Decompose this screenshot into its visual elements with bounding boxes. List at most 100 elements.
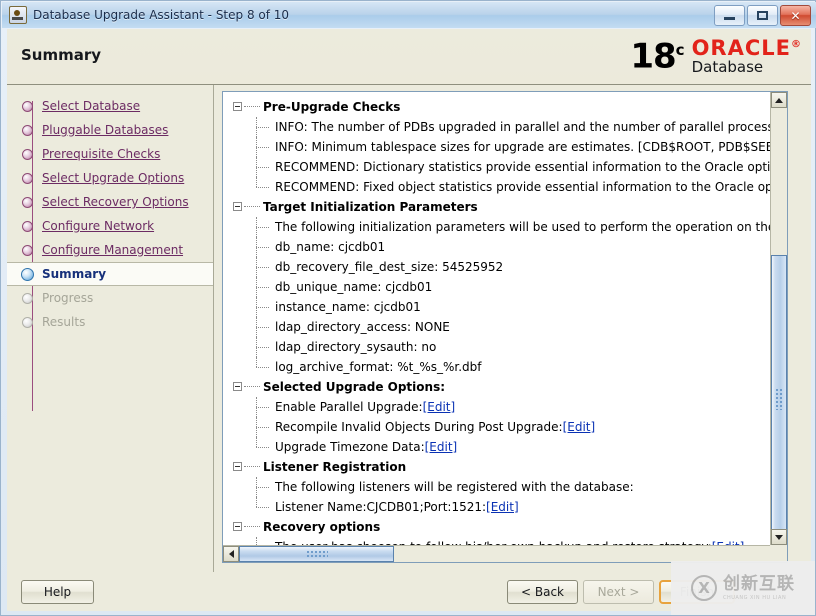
tree-group-label: Recovery options bbox=[263, 520, 381, 534]
sidebar-item-label: Pluggable Databases bbox=[42, 123, 169, 137]
step-bullet-icon bbox=[22, 124, 33, 136]
sidebar-item-pluggable-databases[interactable]: Pluggable Databases bbox=[7, 118, 213, 142]
minimize-button[interactable] bbox=[714, 5, 745, 26]
tree-item[interactable]: INFO: The number of PDBs upgraded in par… bbox=[229, 117, 770, 137]
tree-item[interactable]: Listener Name:CJCDB01;Port:1521: [Edit] bbox=[229, 497, 770, 517]
page-banner: Summary 18c ORACLE® Database bbox=[7, 29, 811, 85]
close-button[interactable]: ✕ bbox=[780, 5, 811, 26]
sidebar-item-prerequisite-checks[interactable]: Prerequisite Checks bbox=[7, 142, 213, 166]
vertical-scrollbar[interactable] bbox=[770, 92, 787, 545]
collapse-minus-icon[interactable] bbox=[233, 382, 242, 391]
version-suffix: c bbox=[675, 41, 685, 59]
close-icon: ✕ bbox=[790, 8, 801, 23]
scrollbar-corner bbox=[770, 545, 787, 562]
oracle-wordmark: ORACLE® bbox=[691, 36, 802, 60]
scrollbar-grip-icon bbox=[305, 550, 328, 558]
tree-item[interactable]: The following initialization parameters … bbox=[229, 217, 770, 237]
tree-group-listener-registration[interactable]: Listener Registration bbox=[229, 457, 770, 477]
collapse-minus-icon[interactable] bbox=[233, 202, 242, 211]
sidebar-item-summary[interactable]: Summary bbox=[7, 262, 213, 286]
tree-group-recovery-options[interactable]: Recovery options bbox=[229, 517, 770, 537]
tree-item[interactable]: instance_name: cjcdb01 bbox=[229, 297, 770, 317]
tree-item[interactable]: Recompile Invalid Objects During Post Up… bbox=[229, 417, 770, 437]
summary-tree[interactable]: Pre-Upgrade Checks INFO: The number of P… bbox=[223, 92, 770, 545]
tree-item[interactable]: INFO: Minimum tablespace sizes for upgra… bbox=[229, 137, 770, 157]
sidebar-item-configure-management[interactable]: Configure Management bbox=[7, 238, 213, 262]
tree-item-label: INFO: The number of PDBs upgraded in par… bbox=[275, 120, 770, 134]
tree-group-pre-upgrade-checks[interactable]: Pre-Upgrade Checks bbox=[229, 97, 770, 117]
edit-link[interactable]: [Edit] bbox=[563, 420, 596, 434]
tree-item-label: INFO: Minimum tablespace sizes for upgra… bbox=[275, 140, 770, 154]
tree-item[interactable]: The user has choosen to follow his/her o… bbox=[229, 537, 770, 545]
help-button[interactable]: Help bbox=[21, 580, 94, 604]
edit-link[interactable]: [Edit] bbox=[486, 500, 519, 514]
step-bullet-icon bbox=[22, 172, 33, 184]
horizontal-scrollbar[interactable] bbox=[223, 545, 770, 562]
tree-item[interactable]: RECOMMEND: Dictionary statistics provide… bbox=[229, 157, 770, 177]
tree-item[interactable]: The following listeners will be register… bbox=[229, 477, 770, 497]
tree-item-label: db_name: cjcdb01 bbox=[275, 240, 386, 254]
tree-connector bbox=[244, 526, 260, 527]
tree-item-label: The user has choosen to follow his/her o… bbox=[275, 537, 712, 545]
tree-item-label: RECOMMEND: Fixed object statistics provi… bbox=[275, 180, 770, 194]
scroll-down-icon bbox=[775, 534, 783, 540]
summary-panel: Pre-Upgrade Checks INFO: The number of P… bbox=[214, 85, 811, 572]
edit-link[interactable]: [Edit] bbox=[423, 400, 456, 414]
tree-item[interactable]: ldap_directory_access: NONE bbox=[229, 317, 770, 337]
next-button-label: Next > bbox=[597, 585, 640, 599]
collapse-minus-icon[interactable] bbox=[233, 462, 242, 471]
tree-connector bbox=[256, 397, 270, 417]
version-number: 18c bbox=[630, 36, 685, 77]
tree-connector bbox=[256, 297, 270, 317]
sidebar-item-select-upgrade-options[interactable]: Select Upgrade Options bbox=[7, 166, 213, 190]
tree-item-label: log_archive_format: %t_%s_%r.dbf bbox=[275, 360, 482, 374]
watermark-logo-icon: X bbox=[691, 575, 717, 601]
sidebar-item-select-database[interactable]: Select Database bbox=[7, 94, 213, 118]
tree-item[interactable]: log_archive_format: %t_%s_%r.dbf bbox=[229, 357, 770, 377]
scroll-up-icon bbox=[775, 97, 783, 103]
tree-group-target-initialization-parameters[interactable]: Target Initialization Parameters bbox=[229, 197, 770, 217]
tree-item[interactable]: ldap_directory_sysauth: no bbox=[229, 337, 770, 357]
vertical-scrollbar-thumb[interactable] bbox=[771, 255, 787, 542]
tree-item-label: The following initialization parameters … bbox=[275, 220, 770, 234]
tree-item-label: ldap_directory_access: NONE bbox=[275, 320, 450, 334]
tree-group-selected-upgrade-options[interactable]: Selected Upgrade Options: bbox=[229, 377, 770, 397]
tree-item[interactable]: db_unique_name: cjcdb01 bbox=[229, 277, 770, 297]
tree-group-label: Pre-Upgrade Checks bbox=[263, 100, 401, 114]
scroll-down-button[interactable] bbox=[771, 529, 787, 545]
tree-item-label: Upgrade Timezone Data: bbox=[275, 440, 425, 454]
edit-link[interactable]: [Edit] bbox=[425, 440, 458, 454]
step-bullet-icon bbox=[22, 148, 33, 160]
scroll-left-button[interactable] bbox=[223, 546, 239, 562]
sidebar-item-label: Select Upgrade Options bbox=[42, 171, 185, 185]
content-area: Select Database Pluggable Databases Prer… bbox=[7, 85, 811, 572]
tree-item-label: Listener Name:CJCDB01;Port:1521: bbox=[275, 500, 487, 514]
tree-connector bbox=[256, 137, 270, 157]
collapse-minus-icon[interactable] bbox=[233, 102, 242, 111]
tree-item-label: The following listeners will be register… bbox=[275, 480, 634, 494]
step-bullet-icon bbox=[22, 196, 33, 208]
sidebar-item-configure-network[interactable]: Configure Network bbox=[7, 214, 213, 238]
tree-group-label: Target Initialization Parameters bbox=[263, 200, 478, 214]
back-button-label: < Back bbox=[520, 585, 564, 599]
tree-item[interactable]: db_name: cjcdb01 bbox=[229, 237, 770, 257]
help-button-label: Help bbox=[43, 585, 72, 599]
back-button[interactable]: < Back bbox=[507, 580, 578, 604]
scroll-left-icon bbox=[228, 550, 234, 558]
sidebar-item-select-recovery-options[interactable]: Select Recovery Options bbox=[7, 190, 213, 214]
tree-item[interactable]: RECOMMEND: Fixed object statistics provi… bbox=[229, 177, 770, 197]
tree-item[interactable]: Enable Parallel Upgrade: [Edit] bbox=[229, 397, 770, 417]
tree-connector bbox=[256, 417, 270, 437]
step-bullet-icon bbox=[22, 244, 33, 256]
maximize-button[interactable] bbox=[747, 5, 778, 26]
scroll-up-button[interactable] bbox=[771, 92, 787, 108]
collapse-minus-icon[interactable] bbox=[233, 522, 242, 531]
maximize-icon bbox=[757, 11, 768, 20]
tree-connector bbox=[256, 317, 270, 337]
tree-item[interactable]: Upgrade Timezone Data: [Edit] bbox=[229, 437, 770, 457]
tree-connector bbox=[256, 237, 270, 257]
tree-item[interactable]: db_recovery_file_dest_size: 54525952 bbox=[229, 257, 770, 277]
horizontal-scrollbar-thumb[interactable] bbox=[239, 546, 394, 562]
tree-group-label: Selected Upgrade Options: bbox=[263, 380, 446, 394]
tree-item-label: instance_name: cjcdb01 bbox=[275, 300, 421, 314]
